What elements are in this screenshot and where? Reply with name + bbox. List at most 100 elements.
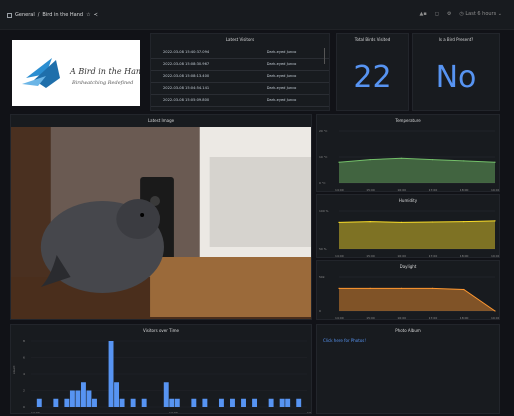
humidity-panel: Humidity 100 % 50 % 14:00 15:00 16:00 17:00 18… [316,194,500,258]
y-tick-label: 2 [23,389,25,393]
star-icon[interactable]: ☆ [86,12,90,18]
visit-species: Dark-eyed Junco [254,58,329,71]
daylight-title: Daylight [399,264,417,269]
temperature-series-point [400,157,402,159]
visit-timestamp: 2022-03-08 15:40:37.094 [151,46,255,59]
humidity-series-point [369,221,371,223]
humidity-title: Humidity [398,198,418,203]
table-row: 2022-03-08 15:08:30.967 Dark-eyed Junco [151,58,329,71]
bird-logo-icon: A Bird in the Hand Birdwatching Redefine… [22,58,146,88]
temperature-series-point [463,160,465,162]
humidity-series-point [494,220,496,222]
y-tick-label: 50 % [319,247,327,251]
x-tick-label: 19:00 [491,254,500,258]
visitor-bar [36,398,42,407]
visit-timestamp: 2022-03-08 15:05:09.800 [151,94,255,107]
visitor-bar [108,341,114,407]
visitor-bar [64,398,70,407]
y-tick-label: 20 °C [319,129,327,133]
visit-timestamp: 2022-03-08 15:08:30.967 [151,58,255,71]
save-icon[interactable]: ◻ [435,11,439,17]
daylight-series-point [369,287,371,289]
x-tick-label: 14:00 [335,188,344,192]
y-axis-label: count [12,365,16,374]
visitor-bar [75,390,81,407]
x-tick-label: 18:00 [460,254,469,258]
y-tick-label: 8 [23,339,25,343]
latest-visitors-title: Latest Visitors [225,37,255,42]
visitor-bar [252,398,258,407]
time-picker[interactable]: ◷ Last 6 hours ⌄ [459,11,502,17]
bird-present-title: Is a Bird Present? [438,37,474,42]
y-tick-label: 0 [319,309,321,313]
apps-icon[interactable] [7,12,12,18]
total-birds-panel: Total Birds Visited 22 [336,33,409,111]
y-tick-label: 10 °C [319,155,327,159]
visitors-over-time-title: Visitors over Time [143,328,179,333]
share-icon[interactable]: ≺ [94,12,98,18]
table-scrollbar[interactable] [324,48,325,64]
x-tick-label: 18:00 [460,316,469,320]
visitor-bar [296,398,302,407]
visitor-bar [285,398,291,407]
daylight-series-area [339,288,495,311]
bird-present-panel: Is a Bird Present? No [412,33,500,111]
daylight-legend: Photo-RTS mean Last *: 1 [329,318,367,320]
visitor-bar [53,398,59,407]
y-tick-label: 4 [23,372,25,376]
temperature-chart: 20 °C 10 °C 0 °C 14:00 15:00 16:00 17:00 18:00 1… [319,129,500,192]
visitor-bar [163,382,169,407]
table-row: 2022-03-08 15:08:13.400 Dark-eyed Junco [151,70,329,83]
temperature-series-point [369,159,371,161]
humidity-series-point [400,221,402,223]
visitor-bar [191,398,197,407]
add-panel-icon[interactable]: ▲▪ [420,11,427,17]
visitor-bar [218,398,224,407]
visitor-bar [279,398,285,407]
y-tick-label: 0 °C [319,181,325,185]
temperature-panel: Temperature 20 °C 10 °C 0 °C 14:00 15:00 16:0… [316,114,500,192]
visitor-bar [114,382,120,407]
table-row: 2022-03-08 15:05:09.800 Dark-eyed Junco [151,94,329,107]
visitor-bar [141,398,147,407]
total-birds-value: 22 [353,60,392,95]
breadcrumb-separator: / [37,12,40,18]
x-tick-label: 17:00 [429,316,438,320]
latest-visitors-panel: Latest Visitors 2022-03-08 15:40:37.094 D… [150,33,330,111]
daylight-series-point [400,287,402,289]
visitor-bar [69,390,75,407]
visitor-bar [169,398,175,407]
x-tick-label: 14:00 [169,411,178,414]
humidity-series-point [338,221,340,223]
settings-gear-icon[interactable]: ⚙ [447,11,451,17]
time-range-label: Last 6 hours [465,11,497,17]
dashboard-title[interactable]: Bird in the Hand [42,12,83,18]
visitor-bar [230,398,235,407]
humidity-series-area [339,220,495,249]
photos-link[interactable]: Click here for Photos! [323,338,366,343]
x-tick-label: 17:00 [429,254,438,258]
visitors-chart: 8 6 4 2 0 count 12:00 14:00 17:00 [12,339,311,414]
photo-album-title: Photo Album [395,328,421,333]
legend-swatch [323,319,327,320]
visitor-bar [202,398,208,407]
daylight-series-point [432,287,434,289]
photo-album-panel: Photo Album Click here for Photos! [316,324,500,414]
x-tick-label: 16:00 [397,316,406,320]
bird-present-value: No [435,60,477,95]
breadcrumb-folder[interactable]: General [15,12,35,18]
x-tick-label: 12:00 [31,411,40,414]
visitor-bar [86,390,92,407]
daylight-series-point [463,288,465,291]
visitor-bar [241,398,246,407]
visit-species: Dark-eyed Junco [254,94,329,107]
visit-species: Dark-eyed Junco [254,82,329,95]
temperature-series-point [494,161,496,163]
table-row: 2022-03-08 15:04:54.141 Dark-eyed Junco [151,82,329,95]
x-tick-label: 15:00 [366,254,375,258]
x-tick-label: 19:00 [491,188,500,192]
toolbar-icons: ▲▪ ◻ ⚙ ◷ Last 6 hours ⌄ [420,11,502,17]
y-tick-label: 0 [23,405,25,409]
x-tick-label: 19:00 [491,316,500,320]
visitors-over-time-panel: Visitors over Time 8 6 4 2 0 count 12:00 14:00 1… [10,324,312,414]
